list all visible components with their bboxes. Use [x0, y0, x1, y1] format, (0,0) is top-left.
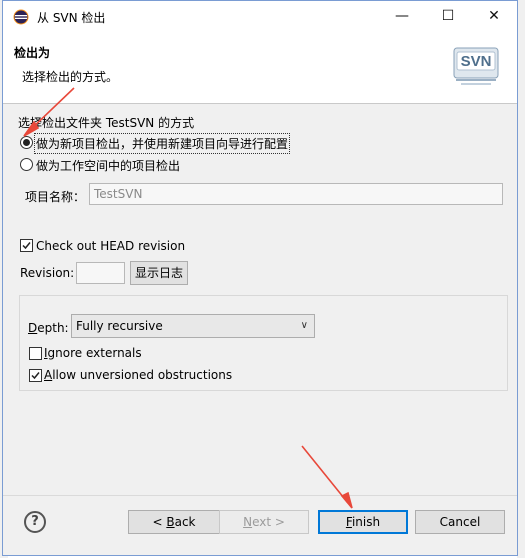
eclipse-icon — [13, 9, 29, 25]
maximize-button[interactable]: ☐ — [425, 1, 471, 32]
background-window-right — [517, 0, 525, 558]
page-description: 选择检出的方式。 — [22, 70, 119, 84]
revision-label: Revision: — [20, 266, 75, 280]
minimize-button[interactable]: — — [379, 1, 425, 32]
depth-select[interactable]: Fully recursive ∨ — [71, 314, 315, 338]
allow-unversioned-checkbox-control[interactable] — [29, 369, 42, 382]
help-icon[interactable]: ? — [24, 511, 46, 533]
depth-select-value: Fully recursive — [76, 319, 163, 333]
title-bar: 从 SVN 检出 — ☐ ✕ — [3, 1, 517, 32]
checkout-options-group: Depth: Fully recursive ∨ Ignore external… — [19, 295, 508, 391]
project-name-label: 项目名称： — [25, 190, 86, 204]
radio-workspace-project-control[interactable] — [20, 158, 33, 171]
ignore-externals-label[interactable]: Ignore externals — [44, 346, 142, 360]
page-title: 检出为 — [14, 46, 51, 60]
radio-new-project-label[interactable]: 做为新项目检出，并使用新建项目向导进行配置 — [33, 133, 291, 154]
radio-workspace-project-label[interactable]: 做为工作空间中的项目检出 — [36, 157, 180, 174]
minimize-icon: — — [395, 8, 409, 24]
close-icon: ✕ — [488, 8, 500, 24]
depth-label: Depth: — [28, 321, 69, 335]
finish-button[interactable]: Finish — [318, 510, 408, 534]
maximize-icon: ☐ — [441, 8, 455, 24]
head-revision-checkbox-control[interactable] — [20, 239, 33, 252]
next-button[interactable]: Next > — [219, 510, 309, 534]
wizard-header: 检出为 选择检出的方式。 SVN — [3, 32, 517, 104]
radio-new-project-control[interactable] — [20, 136, 33, 149]
svn-checkout-dialog: 从 SVN 检出 — ☐ ✕ 检出为 选择检出的方式。 SVN 选择检出文件夹 … — [2, 0, 518, 556]
chevron-down-icon: ∨ — [300, 320, 308, 331]
project-name-input[interactable]: TestSVN — [89, 183, 503, 205]
checkout-folder-label: 选择检出文件夹 TestSVN 的方式 — [18, 116, 195, 130]
svg-text:SVN: SVN — [461, 53, 492, 70]
svn-logo-icon: SVN — [453, 47, 499, 85]
head-revision-label[interactable]: Check out HEAD revision — [36, 239, 185, 253]
allow-unversioned-label[interactable]: Allow unversioned obstructions — [44, 368, 232, 382]
show-log-button[interactable]: 显示日志 — [130, 261, 188, 285]
footer-separator — [3, 495, 517, 496]
back-button[interactable]: < Back — [128, 510, 220, 534]
cancel-button[interactable]: Cancel — [415, 510, 505, 534]
wizard-content: 选择检出文件夹 TestSVN 的方式 做为新项目检出，并使用新建项目向导进行配… — [3, 105, 517, 495]
ignore-externals-checkbox-control[interactable] — [29, 347, 42, 360]
close-button[interactable]: ✕ — [471, 1, 517, 32]
revision-input[interactable] — [76, 262, 125, 284]
window-title: 从 SVN 检出 — [37, 11, 106, 25]
